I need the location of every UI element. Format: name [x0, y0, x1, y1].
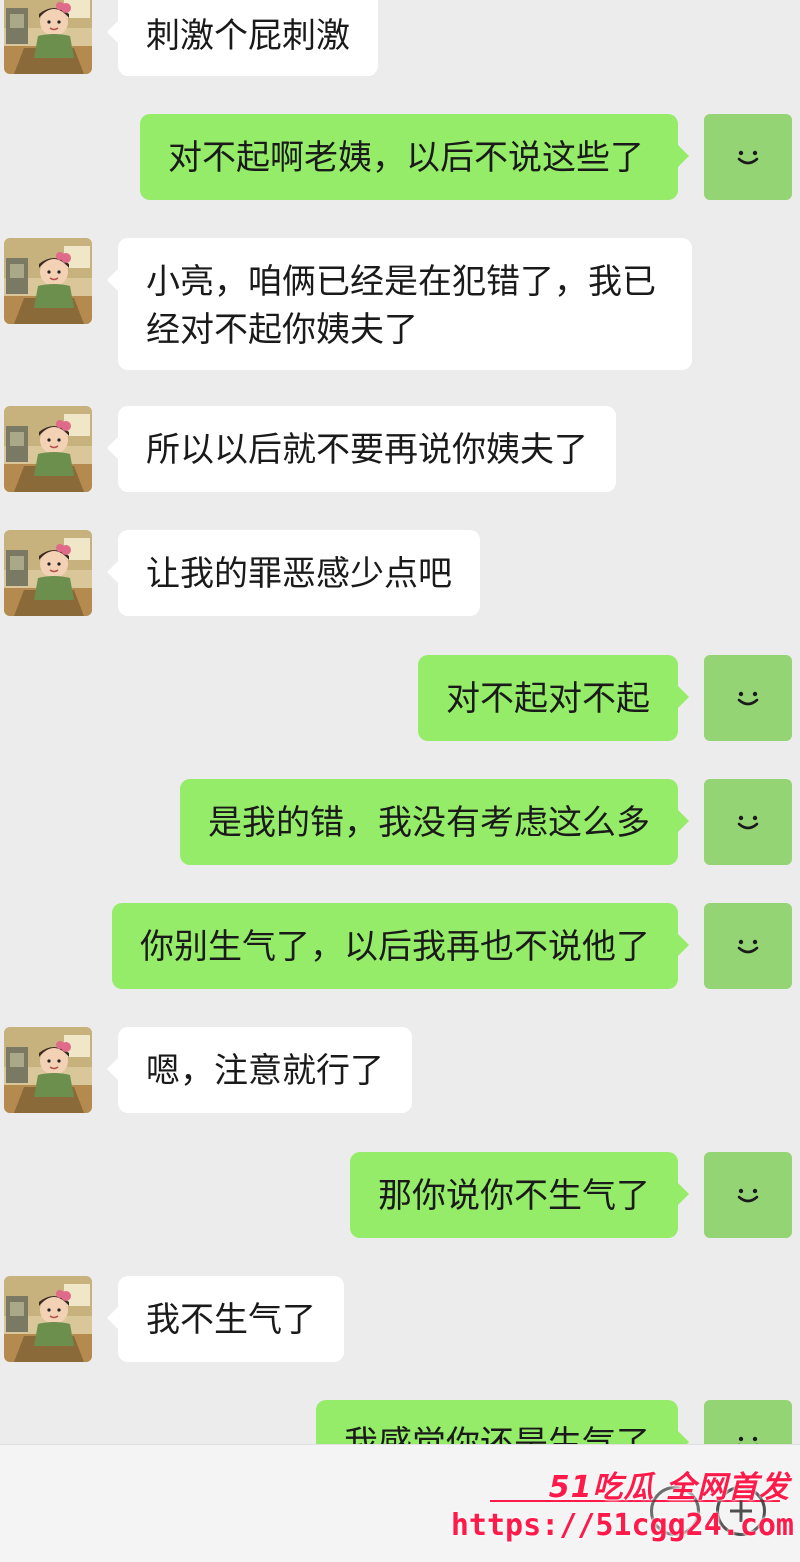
message-bubble-incoming[interactable]: 刺激个屁刺激	[107, 0, 378, 76]
message-bubble-incoming[interactable]: 嗯，注意就行了	[107, 1027, 412, 1113]
cartoon-girl-avatar-icon	[4, 238, 92, 324]
smiley-icon	[737, 814, 759, 830]
message-bubble-outgoing[interactable]: 那你说你不生气了	[350, 1152, 689, 1238]
message-bubble-incoming[interactable]: 小亮，咱俩已经是在犯错了，我已经对不起你姨夫了	[107, 238, 692, 370]
message-bubble-incoming[interactable]: 我不生气了	[107, 1276, 344, 1362]
message-bubble-incoming[interactable]: 所以以后就不要再说你姨夫了	[107, 406, 616, 492]
contact-avatar[interactable]	[4, 1027, 92, 1113]
self-avatar[interactable]	[704, 1152, 792, 1238]
contact-avatar[interactable]	[4, 0, 92, 74]
chat-area[interactable]: 刺激个屁刺激 对不起啊老姨，以后不说这些了 小亮，咱俩已经是在犯错了，我已经对不…	[0, 0, 800, 1561]
message-bubble-outgoing[interactable]: 对不起啊老姨，以后不说这些了	[140, 114, 689, 200]
contact-avatar[interactable]	[4, 238, 92, 324]
message-bubble-outgoing[interactable]: 是我的错，我没有考虑这么多	[180, 779, 689, 865]
cartoon-girl-avatar-icon	[4, 0, 92, 74]
cartoon-girl-avatar-icon	[4, 406, 92, 492]
message-bubble-outgoing[interactable]: 你别生气了，以后我再也不说他了	[112, 903, 689, 989]
self-avatar[interactable]	[704, 114, 792, 200]
self-avatar[interactable]	[704, 779, 792, 865]
contact-avatar[interactable]	[4, 530, 92, 616]
smiley-icon	[737, 690, 759, 706]
cartoon-girl-avatar-icon	[4, 530, 92, 616]
smiley-icon	[737, 149, 759, 165]
watermark-url: https://51cgg24.com	[450, 1508, 794, 1543]
contact-avatar[interactable]	[4, 406, 92, 492]
smiley-icon	[737, 1187, 759, 1203]
self-avatar[interactable]	[704, 655, 792, 741]
contact-avatar[interactable]	[4, 1276, 92, 1362]
cartoon-girl-avatar-icon	[4, 1027, 92, 1113]
message-bubble-incoming[interactable]: 让我的罪恶感少点吧	[107, 530, 480, 616]
smiley-icon	[737, 938, 759, 954]
self-avatar[interactable]	[704, 903, 792, 989]
cartoon-girl-avatar-icon	[4, 1276, 92, 1362]
message-bubble-outgoing[interactable]: 对不起对不起	[418, 655, 689, 741]
watermark-brand: 51吃瓜 全网首发	[548, 1470, 790, 1505]
